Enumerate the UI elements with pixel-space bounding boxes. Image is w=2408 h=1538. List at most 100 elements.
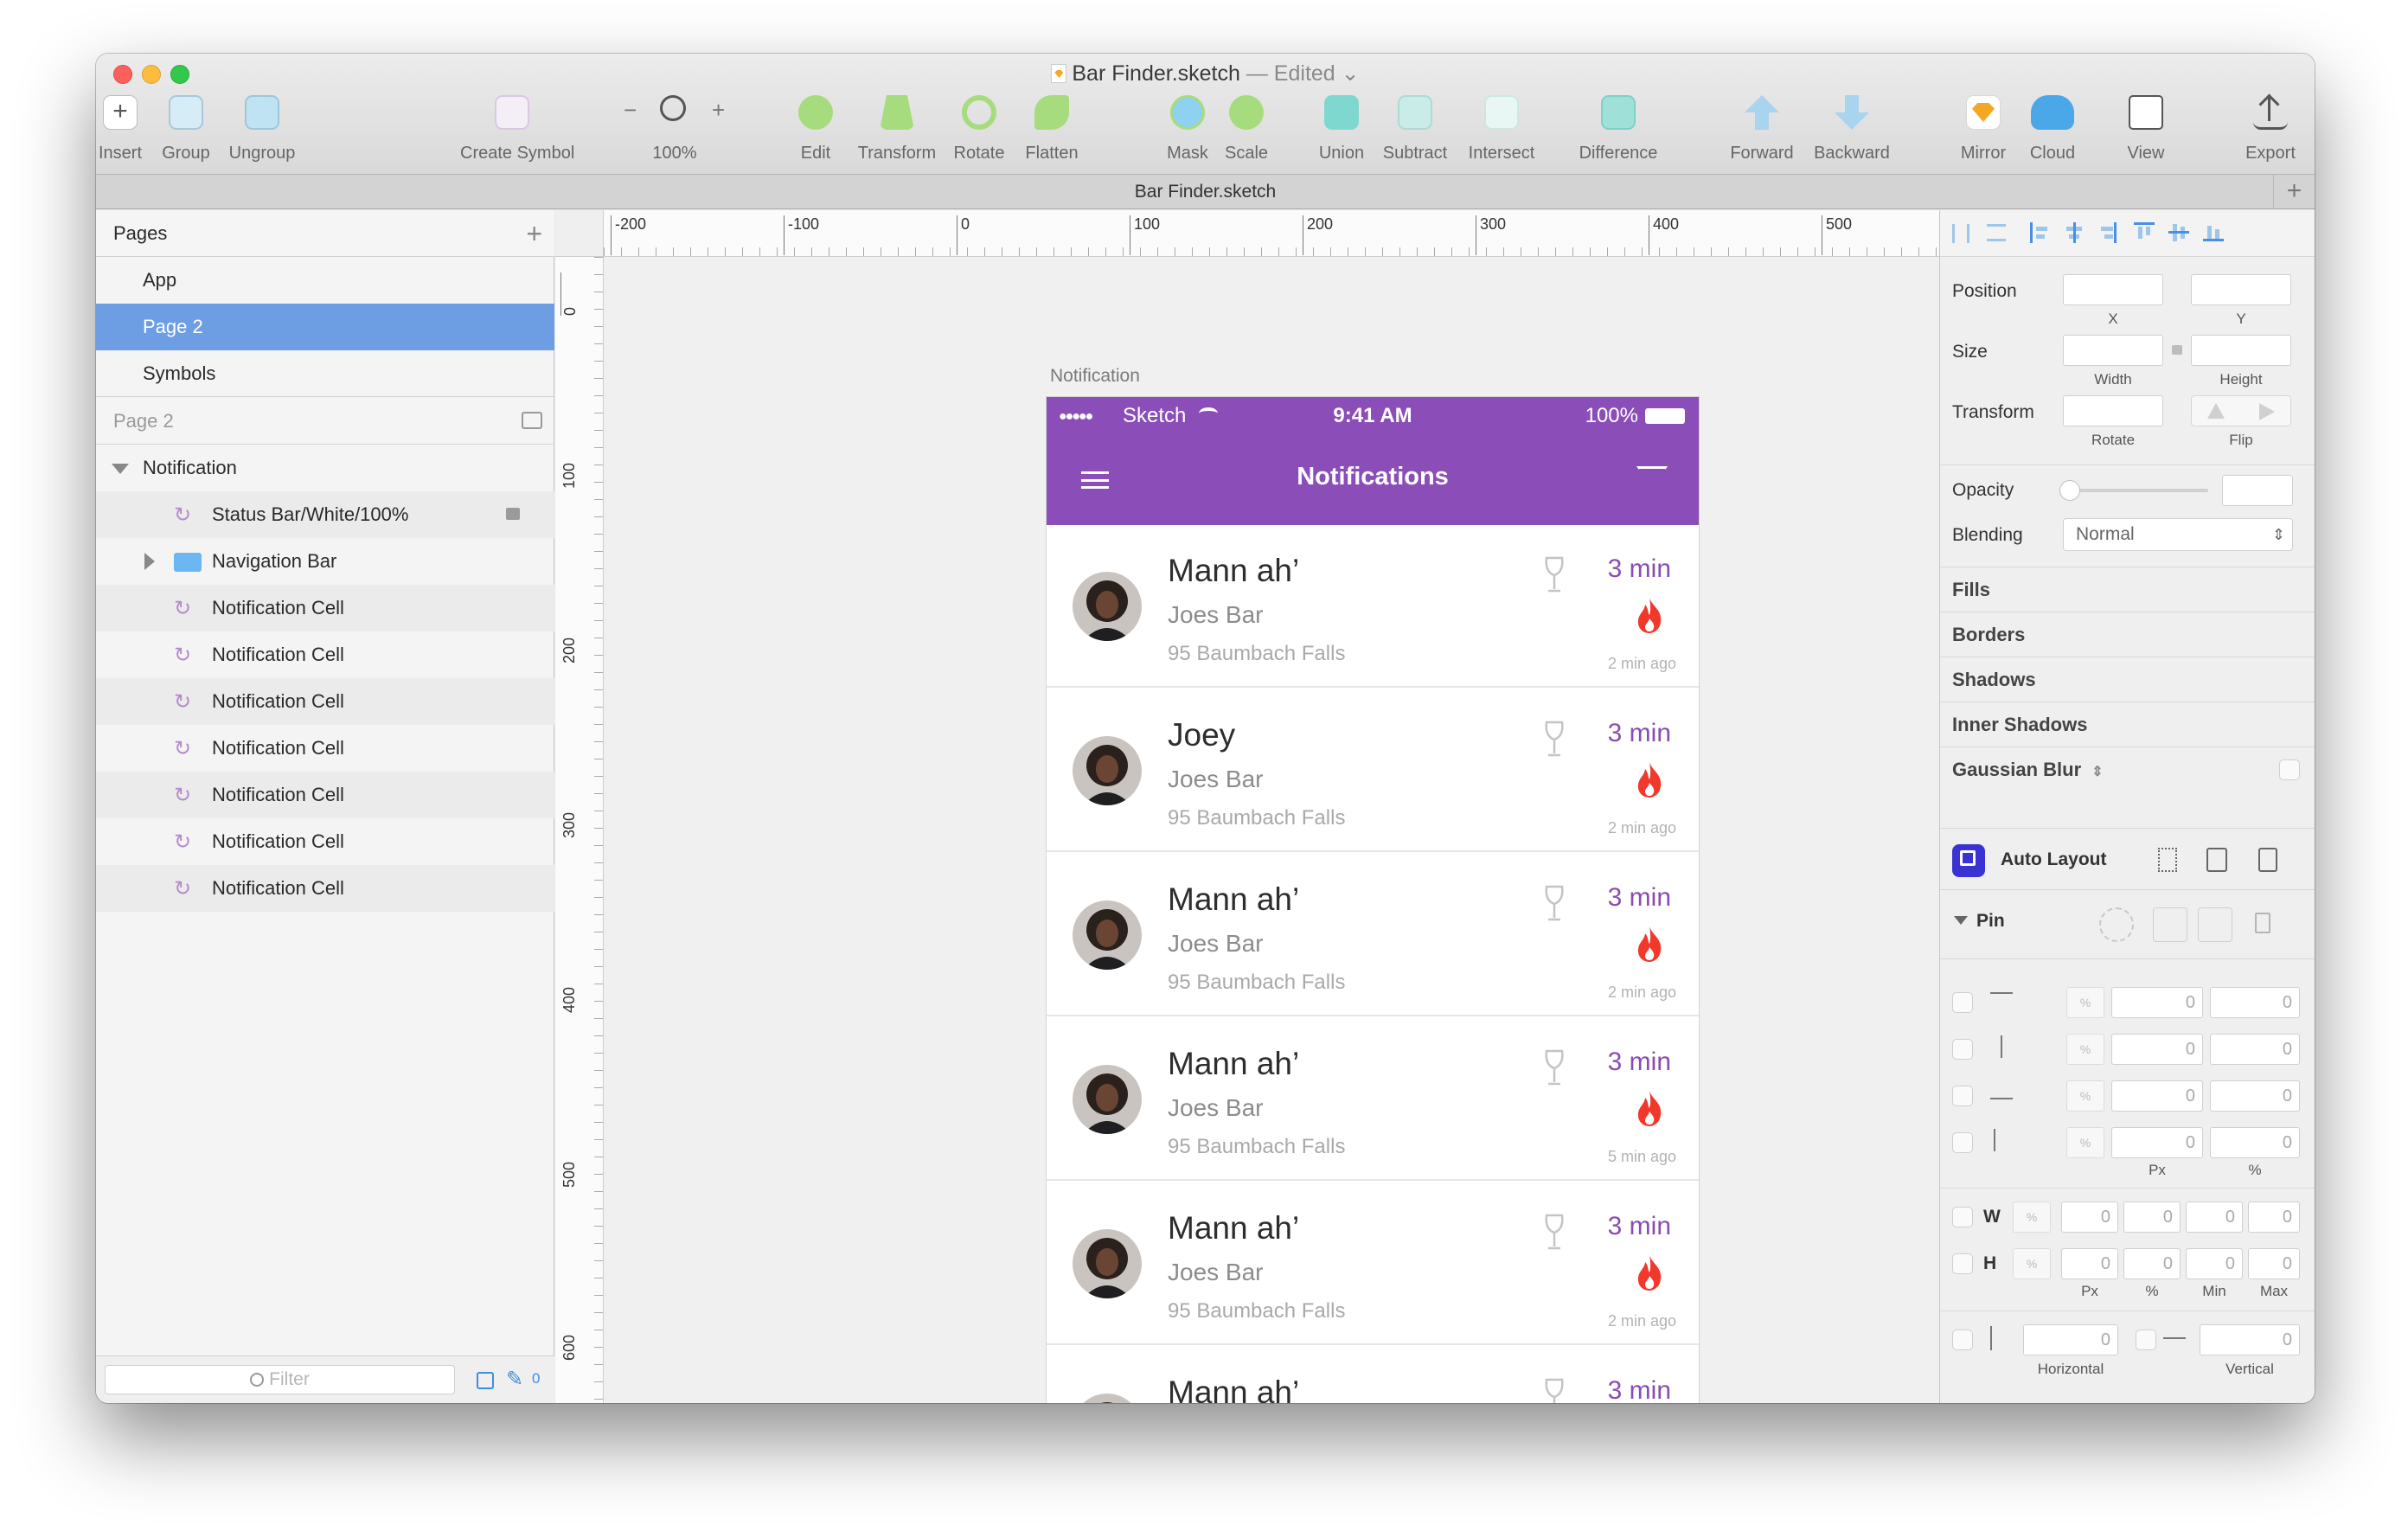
pin-right-checkbox[interactable] [1952, 1132, 1973, 1153]
backward-button[interactable]: Backward [1814, 95, 1890, 171]
pin-left-checkbox[interactable] [1952, 1039, 1973, 1060]
insert-button[interactable]: + Insert [99, 95, 142, 171]
transform-button[interactable]: Transform [858, 95, 936, 171]
chevron-down-icon[interactable]: ⌄ [1342, 61, 1360, 86]
page-item-app[interactable]: App [96, 257, 554, 304]
width-field[interactable] [2063, 335, 2163, 366]
align-right-icon[interactable] [2099, 222, 2117, 243]
layer-notification-cell[interactable]: ↻ Notification Cell [96, 865, 554, 912]
center-vertical-checkbox[interactable] [2136, 1330, 2156, 1350]
pin-vertical-icon[interactable] [2198, 907, 2232, 942]
export-button[interactable]: Export [2245, 93, 2296, 171]
disclosure-down-icon[interactable] [112, 464, 129, 474]
pin-left-percent-toggle[interactable]: % [2066, 1034, 2104, 1065]
pin-left-px[interactable]: 0 [2111, 1034, 2203, 1065]
pin-top-checkbox[interactable] [1952, 992, 1973, 1013]
union-button[interactable]: Union [1319, 95, 1364, 171]
borders-section[interactable]: Borders [1940, 612, 2315, 657]
layer-notification-cell[interactable]: ↻ Notification Cell [96, 631, 554, 678]
distribute-horizontal-icon[interactable] [1952, 224, 1969, 243]
select-arrows-icon[interactable]: ⇕ [2091, 765, 2103, 779]
height-field[interactable] [2191, 335, 2291, 366]
group-button[interactable]: Group [162, 95, 210, 171]
width-pct[interactable]: 0 [2123, 1202, 2181, 1233]
document-tab[interactable]: Bar Finder.sketch + [96, 175, 2315, 209]
page-item-symbols[interactable]: Symbols [96, 350, 554, 397]
blending-select[interactable]: Normal ⇕ [2063, 518, 2293, 551]
align-middle-icon[interactable] [2168, 222, 2189, 243]
notification-cell[interactable]: Mann ah’ Joes Bar 95 Baumbach Falls 3 min 2 … [1047, 525, 1699, 688]
pin-horizontal-icon[interactable] [2153, 907, 2187, 942]
view-button[interactable]: View [2124, 95, 2168, 171]
pin-right-px[interactable]: 0 [2111, 1127, 2203, 1158]
opacity-field[interactable] [2222, 475, 2293, 506]
layer-notification-cell[interactable]: ↻ Notification Cell [96, 678, 554, 725]
align-center-icon[interactable] [2065, 222, 2084, 243]
grid-icon[interactable] [2158, 848, 2177, 872]
pin-bottom-percent-toggle[interactable]: % [2066, 1080, 2104, 1112]
height-px[interactable]: 0 [2061, 1248, 2118, 1279]
width-min[interactable]: 0 [2186, 1202, 2243, 1233]
layer-navigation-bar[interactable]: Navigation Bar [96, 538, 554, 585]
zoom-out-icon[interactable]: − [624, 97, 637, 124]
gaussian-blur-section[interactable]: Gaussian Blur ⇕ [1940, 747, 2315, 791]
height-max[interactable]: 0 [2248, 1248, 2300, 1279]
edit-button[interactable]: Edit [798, 95, 833, 171]
page-item-page-2[interactable]: Page 2 [96, 304, 554, 350]
subtract-button[interactable]: Subtract [1383, 95, 1447, 171]
pin-top-pct[interactable]: 0 [2210, 987, 2300, 1018]
intersect-button[interactable]: Intersect [1469, 95, 1534, 171]
height-pct[interactable]: 0 [2123, 1248, 2181, 1279]
symbols-filter-icon[interactable] [477, 1372, 494, 1389]
flip-horizontal-icon[interactable] [2207, 403, 2225, 419]
artboard-title[interactable]: Notification [1050, 366, 1140, 387]
layer-status-bar[interactable]: ↻ Status Bar/White/100% [96, 491, 554, 538]
cloud-button[interactable]: Cloud [2030, 95, 2075, 171]
lock-icon[interactable] [506, 508, 520, 520]
pencil-icon[interactable]: ✎ [506, 1367, 523, 1392]
width-max[interactable]: 0 [2248, 1202, 2300, 1233]
notification-artboard[interactable]: ●●●●● Sketch 9:41 AM 100% Notifications … [1047, 397, 1699, 1403]
rotate-button[interactable]: Rotate [954, 95, 1004, 171]
width-percent-toggle[interactable]: % [2013, 1202, 2051, 1233]
x-field[interactable] [2063, 274, 2163, 305]
notification-cell[interactable]: Mann ah’ Joes Bar 95 Baumbach Falls 3 min 5 … [1047, 1018, 1699, 1181]
gaussian-blur-checkbox[interactable] [2279, 759, 2300, 780]
notification-cell[interactable]: Joey Joes Bar 95 Baumbach Falls 3 min 2 min … [1047, 689, 1699, 852]
trash-icon[interactable] [2255, 913, 2270, 933]
pin-center-icon[interactable] [2099, 907, 2134, 942]
pin-bottom-px[interactable]: 0 [2111, 1080, 2203, 1112]
height-percent-toggle[interactable]: % [2013, 1248, 2051, 1279]
create-symbol-button[interactable]: Create Symbol [460, 95, 574, 171]
opacity-slider[interactable] [2059, 480, 2208, 501]
disclosure-down-icon[interactable] [1954, 916, 1968, 925]
layer-notification-cell[interactable]: ↻ Notification Cell [96, 818, 554, 865]
zoom-control[interactable]: − + 100% [624, 95, 725, 171]
add-page-icon[interactable]: + [526, 210, 542, 257]
tablet-icon[interactable] [2206, 848, 2227, 872]
shadows-section[interactable]: Shadows [1940, 657, 2315, 702]
pin-bottom-checkbox[interactable] [1952, 1086, 1973, 1106]
disclosure-right-icon[interactable] [144, 553, 155, 570]
forward-button[interactable]: Forward [1730, 95, 1794, 171]
collapse-pages-icon[interactable] [522, 412, 542, 429]
mirror-button[interactable]: Mirror [1961, 95, 2006, 171]
inner-shadows-section[interactable]: Inner Shadows [1940, 702, 2315, 747]
notification-cell[interactable]: Mann ah’ Joes Bar 95 Baumbach Falls 3 min 2 … [1047, 1182, 1699, 1345]
notification-cell[interactable]: Mann ah’ Joes Bar 95 Baumbach Falls 3 min 2 … [1047, 854, 1699, 1016]
align-bottom-icon[interactable] [2203, 222, 2224, 241]
pin-top-percent-toggle[interactable]: % [2066, 987, 2104, 1018]
fills-section[interactable]: Fills [1940, 567, 2315, 612]
zoom-in-icon[interactable]: + [712, 97, 725, 124]
opacity-slider-knob[interactable] [2059, 480, 2080, 501]
ungroup-button[interactable]: Ungroup [229, 95, 295, 171]
pin-top-px[interactable]: 0 [2111, 987, 2203, 1018]
center-horizontal-checkbox[interactable] [1952, 1330, 1973, 1350]
filter-input[interactable]: Filter [105, 1365, 455, 1394]
horizontal-offset-field[interactable]: 0 [2023, 1324, 2118, 1355]
layer-notification-cell[interactable]: ↻ Notification Cell [96, 585, 554, 631]
flatten-button[interactable]: Flatten [1025, 95, 1079, 171]
add-tab-icon[interactable]: + [2273, 175, 2315, 209]
height-constraint-checkbox[interactable] [1952, 1253, 1973, 1274]
width-px[interactable]: 0 [2061, 1202, 2118, 1233]
